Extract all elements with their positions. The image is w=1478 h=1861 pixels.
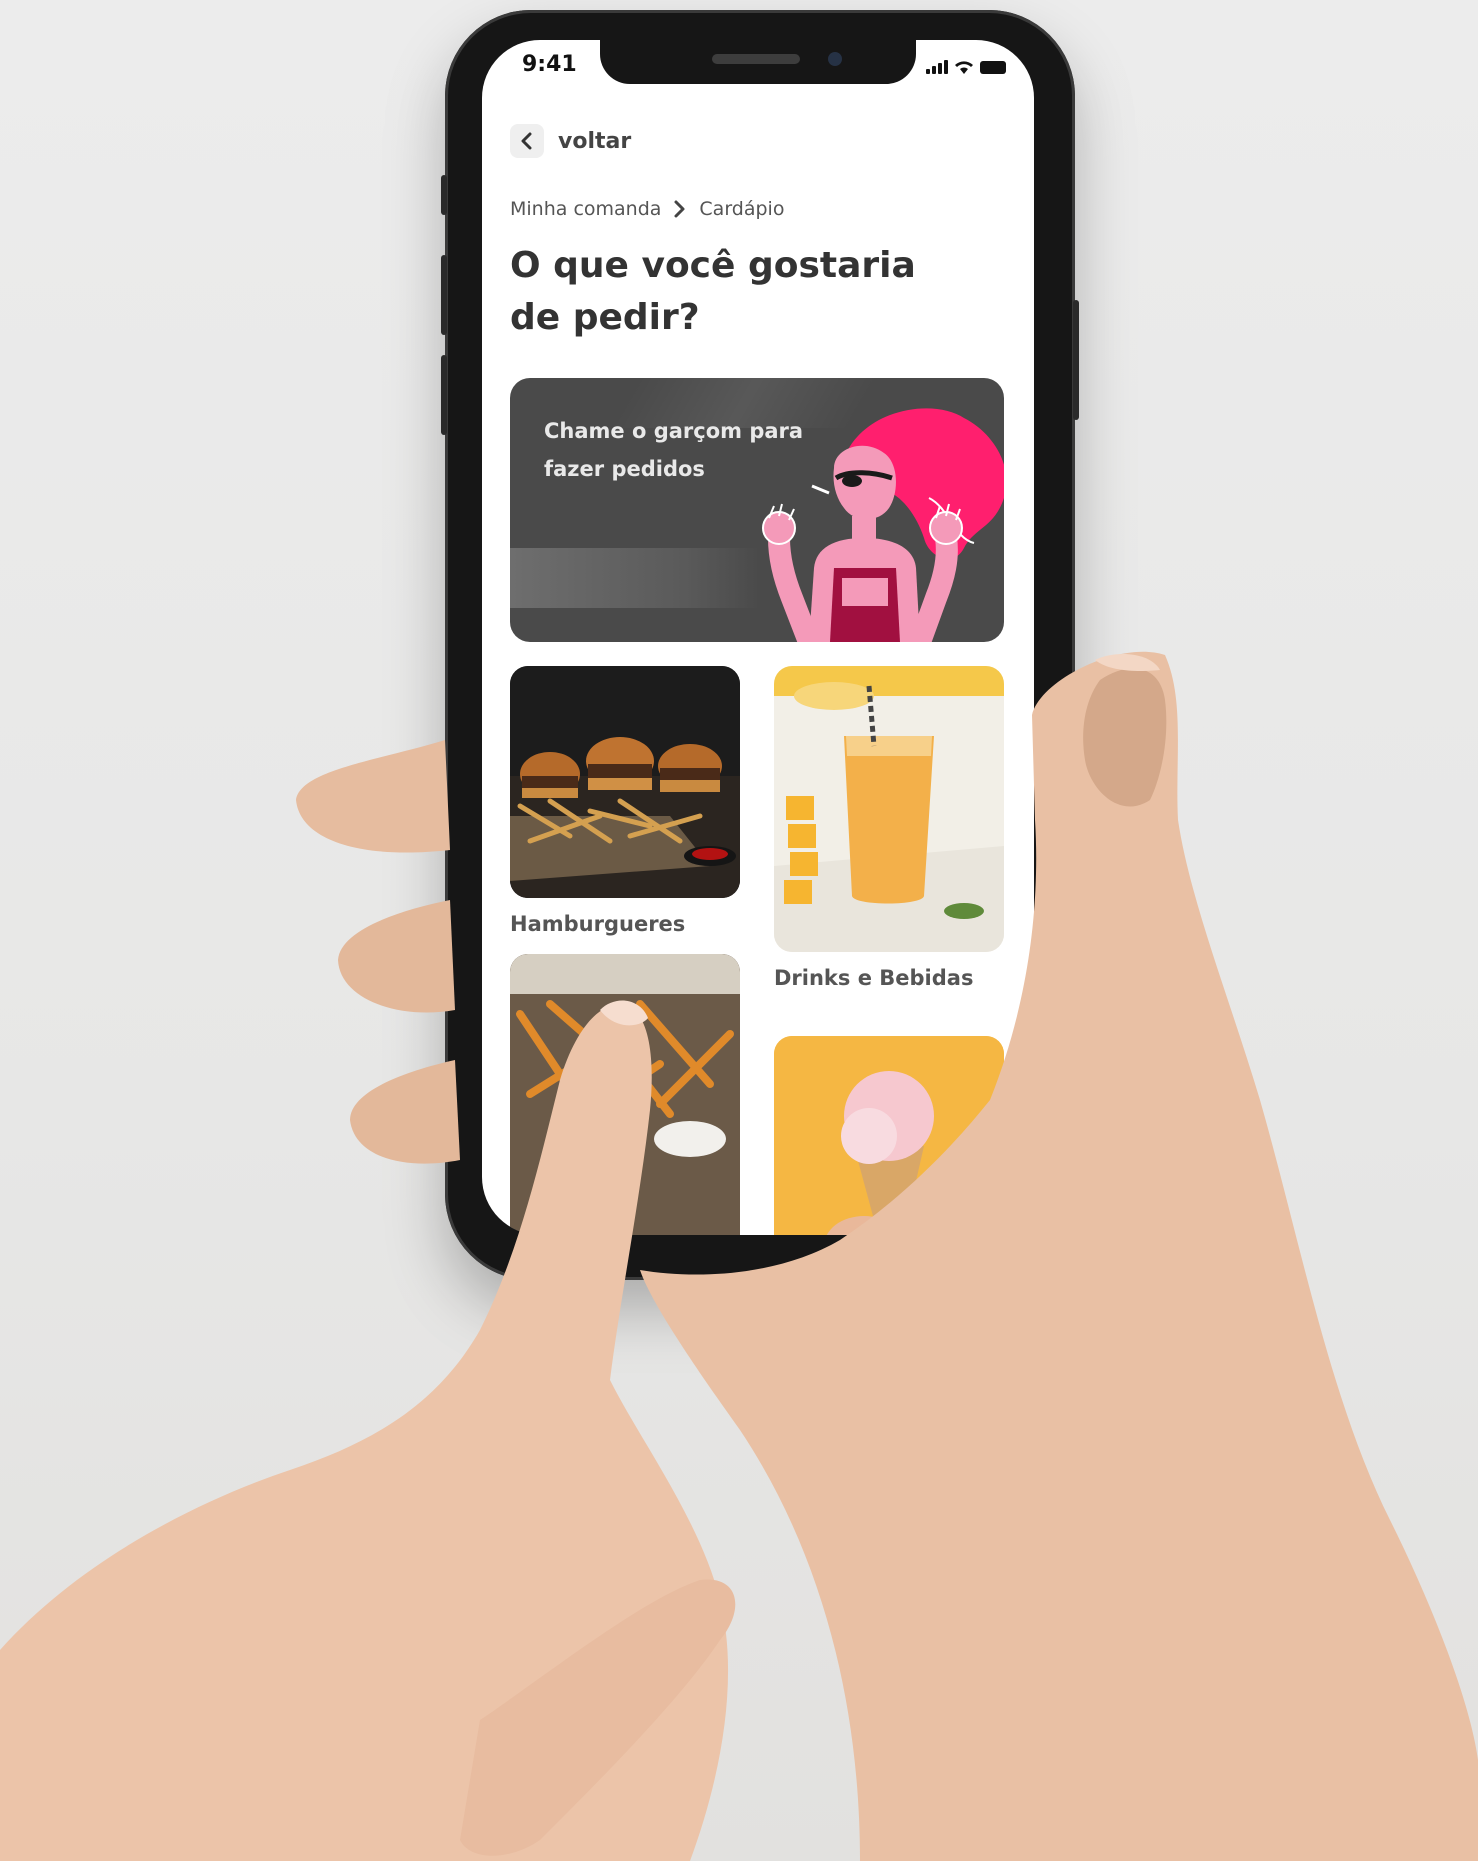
front-camera xyxy=(828,52,842,66)
speaker xyxy=(712,54,800,64)
notch xyxy=(600,40,916,84)
hands-overlay xyxy=(0,651,1478,1861)
